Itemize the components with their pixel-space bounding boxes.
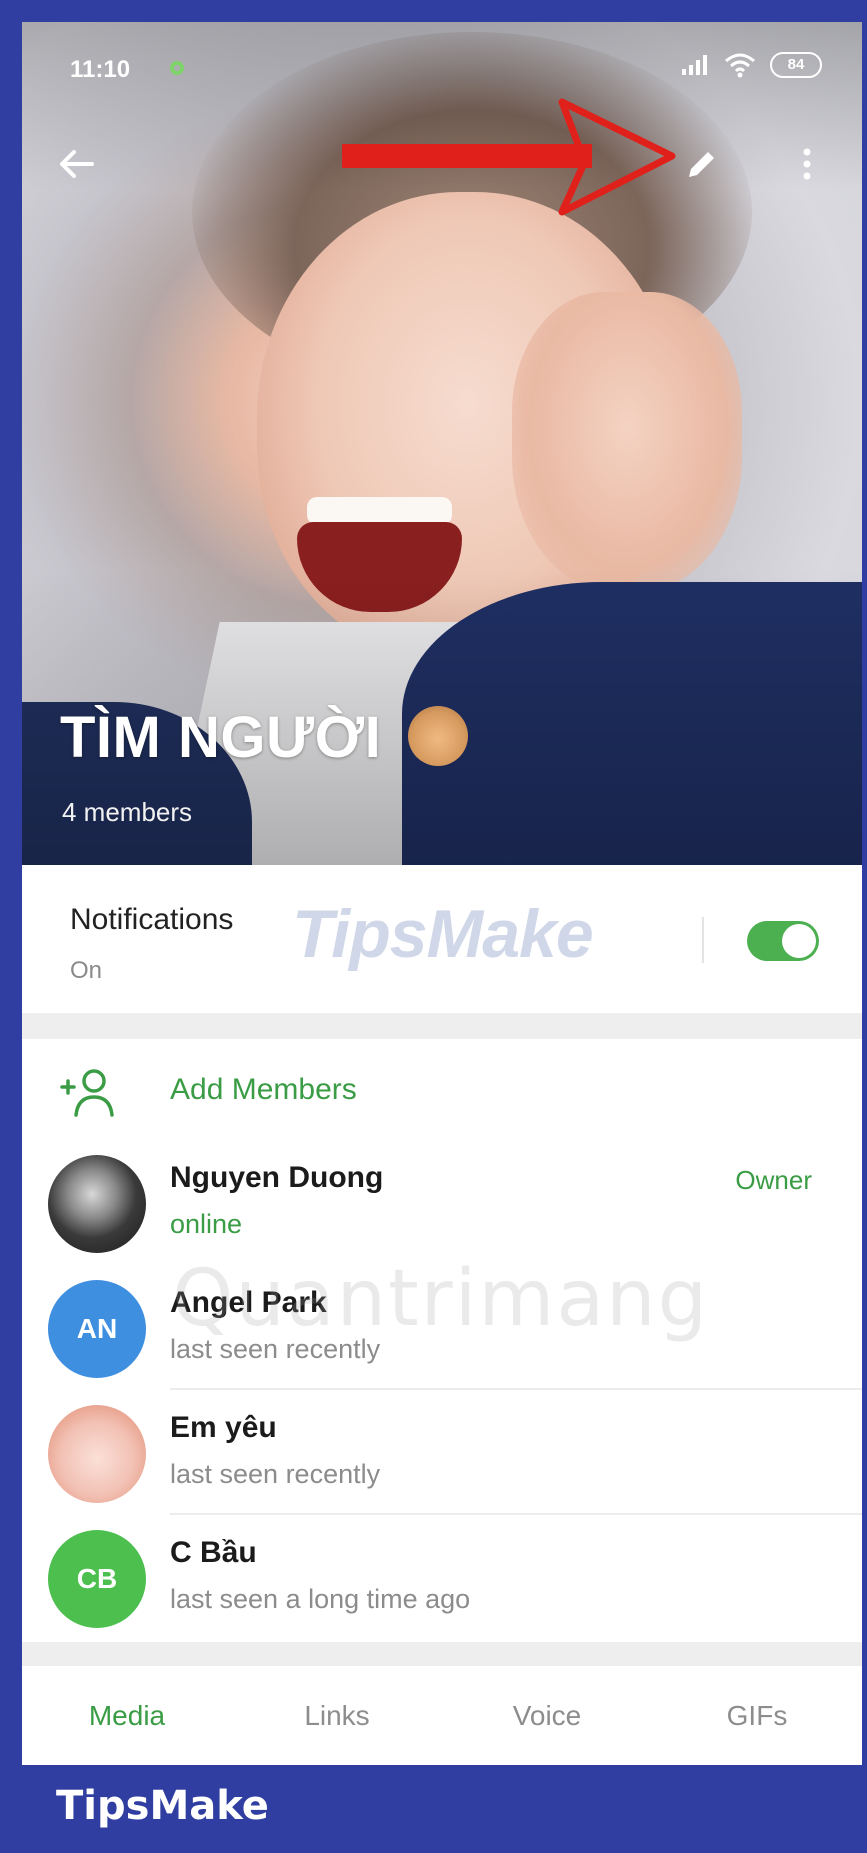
quantrimang-watermark: Quantrimang	[172, 1254, 710, 1344]
more-vertical-icon	[803, 148, 811, 180]
status-bar: 11:10 84	[70, 52, 822, 92]
vertical-divider	[702, 917, 704, 963]
add-members-label: Add Members	[170, 1073, 357, 1106]
tipsmake-watermark: TipsMake	[292, 896, 594, 972]
battery-icon: 84	[770, 52, 822, 78]
back-button[interactable]	[46, 134, 106, 194]
media-tabs: Media Links Voice GIFs	[22, 1666, 862, 1765]
member-role: Owner	[735, 1165, 812, 1195]
member-row[interactable]: Nguyen Duong online Owner	[22, 1143, 862, 1265]
status-icons: 84	[680, 52, 822, 78]
notifications-state: On	[70, 957, 103, 984]
edit-pencil-icon	[689, 152, 714, 177]
member-row[interactable]: Em yêu last seen recently	[22, 1393, 862, 1515]
add-members-row[interactable]: Add Members	[22, 1039, 862, 1143]
more-options-button[interactable]	[777, 134, 837, 194]
member-name: Em yêu	[170, 1411, 277, 1444]
row-separator	[170, 1388, 862, 1390]
red-arrow-annotation	[342, 98, 676, 216]
member-name: Nguyen Duong	[170, 1161, 384, 1194]
add-member-icon	[60, 1069, 114, 1117]
group-title: TÌM NGƯỜI	[60, 704, 468, 772]
wifi-icon	[725, 53, 755, 78]
footer-brand: TipsMake	[56, 1783, 269, 1829]
member-status: last seen a long time ago	[170, 1584, 471, 1614]
tab-media[interactable]: Media	[22, 1666, 232, 1765]
see-no-evil-monkey-emoji	[407, 705, 468, 766]
signal-icon	[682, 55, 707, 75]
status-time: 11:10	[70, 56, 131, 83]
notifications-title: Notifications	[70, 903, 234, 936]
section-gap	[22, 1642, 862, 1666]
notification-dot-icon	[170, 61, 184, 75]
member-name: C Bầu	[170, 1536, 257, 1569]
members-count: 4 members	[62, 797, 193, 827]
row-separator	[170, 1513, 862, 1515]
avatar	[48, 1405, 146, 1503]
edit-button[interactable]	[672, 134, 732, 194]
notifications-toggle[interactable]	[747, 921, 819, 961]
avatar: CB	[48, 1530, 146, 1628]
avatar	[48, 1155, 146, 1253]
section-gap	[22, 1013, 862, 1039]
member-status: last seen recently	[170, 1459, 381, 1489]
tab-gifs[interactable]: GIFs	[652, 1666, 862, 1765]
tab-links[interactable]: Links	[232, 1666, 442, 1765]
notifications-row[interactable]: Notifications On TipsMake	[22, 865, 862, 1013]
member-row[interactable]: CB C Bầu last seen a long time ago	[22, 1518, 862, 1640]
group-title-text: TÌM NGƯỜI	[60, 705, 382, 770]
member-status: online	[170, 1209, 243, 1239]
toggle-knob	[782, 924, 816, 958]
tab-voice[interactable]: Voice	[442, 1666, 652, 1765]
app-frame: 11:10 84 TÌM NGƯỜI 4 members Notificatio…	[22, 22, 862, 1765]
avatar: AN	[48, 1280, 146, 1378]
back-arrow-icon	[60, 150, 94, 178]
